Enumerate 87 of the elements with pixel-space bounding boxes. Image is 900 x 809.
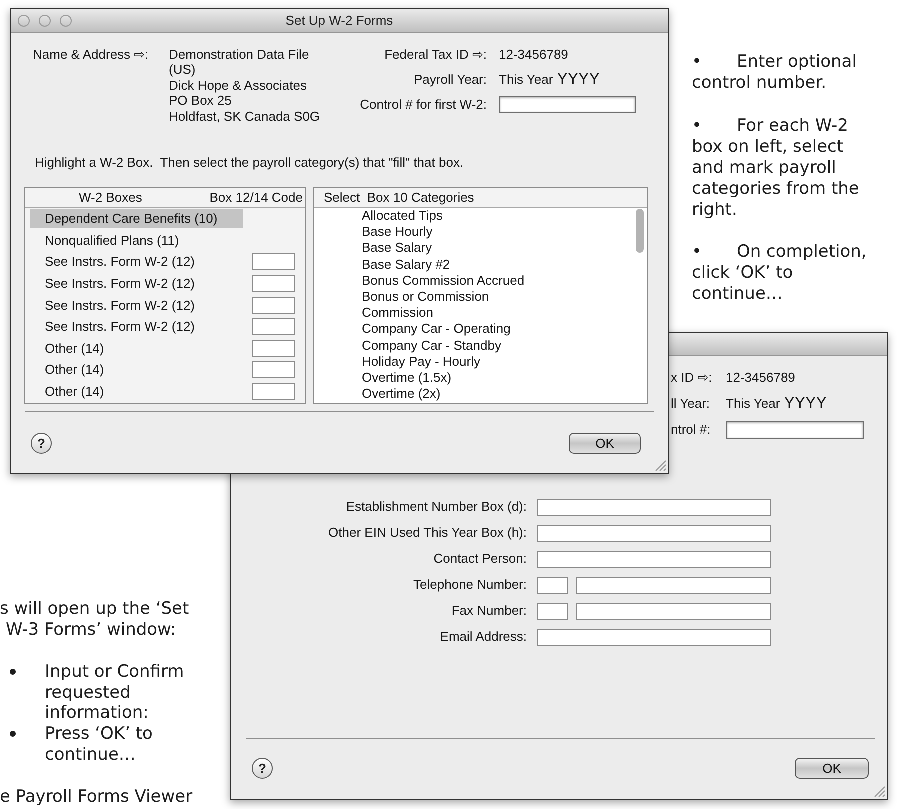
bullet-icon <box>10 669 16 675</box>
list-item[interactable]: Commission <box>314 305 633 322</box>
code-field[interactable] <box>252 296 295 314</box>
list-item[interactable]: Other (14) <box>30 360 243 380</box>
address-line: (US) <box>169 62 196 78</box>
scrollbar-thumb[interactable] <box>636 209 644 253</box>
list-item[interactable]: See Instrs. Form W-2 (12) <box>30 274 243 294</box>
control-number-field[interactable] <box>499 96 636 113</box>
code-field[interactable] <box>252 253 295 270</box>
text-field[interactable] <box>537 550 771 568</box>
column-header: Select Box 10 Categories <box>324 188 474 207</box>
field-label: x ID ⇨: <box>671 369 712 388</box>
help-button[interactable]: ? <box>252 758 273 778</box>
body-text: s will open up the ‘Set <box>0 599 190 620</box>
ok-button[interactable]: OK <box>795 758 869 778</box>
field-label: Payroll Year: <box>414 70 487 89</box>
field-label: Telephone Number: <box>414 576 527 594</box>
list-item[interactable]: See Instrs. Form W-2 (12) <box>30 252 243 272</box>
field-value: This Year <box>726 395 780 413</box>
body-text: W-3 Forms’ window: <box>6 620 176 641</box>
field-value: 12-3456789 <box>726 369 796 388</box>
resize-grip-icon[interactable] <box>874 786 885 797</box>
phone-number-field[interactable] <box>576 576 771 594</box>
close-button[interactable] <box>18 14 30 26</box>
year-value: YYYY <box>784 394 827 414</box>
list-text: Input or Confirm requested information: <box>45 662 186 724</box>
code-field[interactable] <box>252 361 295 378</box>
list-item[interactable]: Other (14) <box>30 382 243 402</box>
list-item[interactable]: Holiday Pay - Hourly <box>314 354 633 370</box>
address-line: Holdfast, SK Canada S0G <box>169 108 320 124</box>
list-item[interactable]: Dependent Care Benefits (10) <box>30 209 243 228</box>
note-text: • For each W-2 box on left, select and mark payroll categories from the right. <box>692 116 860 220</box>
list-item[interactable]: Company Car - Standby <box>314 338 633 354</box>
field-value: 12-3456789 <box>499 46 570 64</box>
resize-grip-icon[interactable] <box>655 460 666 471</box>
instruction-text: Highlight a W-2 Box. Then select the payroll category(s) that "fill" that box. <box>35 155 464 171</box>
help-button[interactable]: ? <box>31 433 52 454</box>
address-line: Demonstration Data File <box>169 47 310 62</box>
ok-button[interactable]: OK <box>569 433 641 454</box>
list-item[interactable]: Overtime (1.5x) <box>314 370 633 386</box>
list-item[interactable]: Company Car - Operating <box>314 321 633 338</box>
list-text: Press ‘OK’ to continue… <box>45 724 154 766</box>
list-item[interactable]: Bonus Commission Accrued <box>314 272 633 289</box>
column-header: W-2 Boxes <box>79 188 142 207</box>
list-item[interactable]: See Instrs. Form W-2 (12) <box>30 296 243 315</box>
list-item[interactable]: Overtime (2x) <box>314 386 633 402</box>
bullet-icon <box>10 731 16 738</box>
field-label: Establishment Number Box (d): <box>346 498 527 516</box>
list-item[interactable]: See Instrs. Form W-2 (12) <box>30 317 243 336</box>
field-value: This Year <box>499 70 554 88</box>
phone-number-field[interactable] <box>576 602 771 620</box>
area-code-field[interactable] <box>537 602 568 620</box>
list-item[interactable]: Base Hourly <box>314 224 633 240</box>
column-header: Box 12/14 Code <box>210 188 303 207</box>
text-field[interactable] <box>537 498 771 516</box>
zoom-button[interactable] <box>60 14 72 26</box>
address-line: PO Box 25 <box>169 93 232 109</box>
code-field[interactable] <box>252 383 295 400</box>
minimize-button[interactable] <box>39 14 51 26</box>
address-line: Dick Hope & Associates <box>169 78 308 94</box>
field-label: Contact Person: <box>434 550 527 568</box>
field-label: Email Address: <box>440 628 527 646</box>
list-item[interactable]: Base Salary #2 <box>314 256 633 273</box>
field-label: Name & Address ⇨: <box>33 47 150 62</box>
field-label: Fax Number: <box>452 602 527 620</box>
area-code-field[interactable] <box>537 576 568 594</box>
field-label: ntrol #: <box>671 421 711 440</box>
code-field[interactable] <box>252 340 295 357</box>
text-field[interactable] <box>537 628 771 646</box>
text-field[interactable] <box>537 524 771 542</box>
code-field[interactable] <box>252 275 295 292</box>
field-label: Federal Tax ID ⇨: <box>384 46 487 64</box>
list-item[interactable]: Bonus or Commission <box>314 288 633 306</box>
list-item[interactable]: Allocated Tips <box>314 208 633 224</box>
code-field[interactable] <box>252 318 295 336</box>
field-label: Other EIN Used This Year Box (h): <box>328 524 527 542</box>
field-label: Control # for first W-2: <box>360 96 487 114</box>
list-item[interactable]: Base Salary <box>314 240 633 257</box>
note-text: • Enter optional control number. <box>692 52 858 94</box>
control-number-field[interactable] <box>726 421 864 439</box>
field-label: ll Year: <box>671 395 710 414</box>
list-item[interactable]: Nonqualified Plans (11) <box>30 230 243 250</box>
list-item[interactable]: Other (14) <box>30 338 243 358</box>
body-text: e Payroll Forms Viewer <box>0 787 193 808</box>
year-value: YYYY <box>557 70 600 90</box>
window-title: Set Up W-2 Forms <box>286 12 394 30</box>
note-text: • On completion, click ‘OK’ to continue… <box>692 242 868 305</box>
